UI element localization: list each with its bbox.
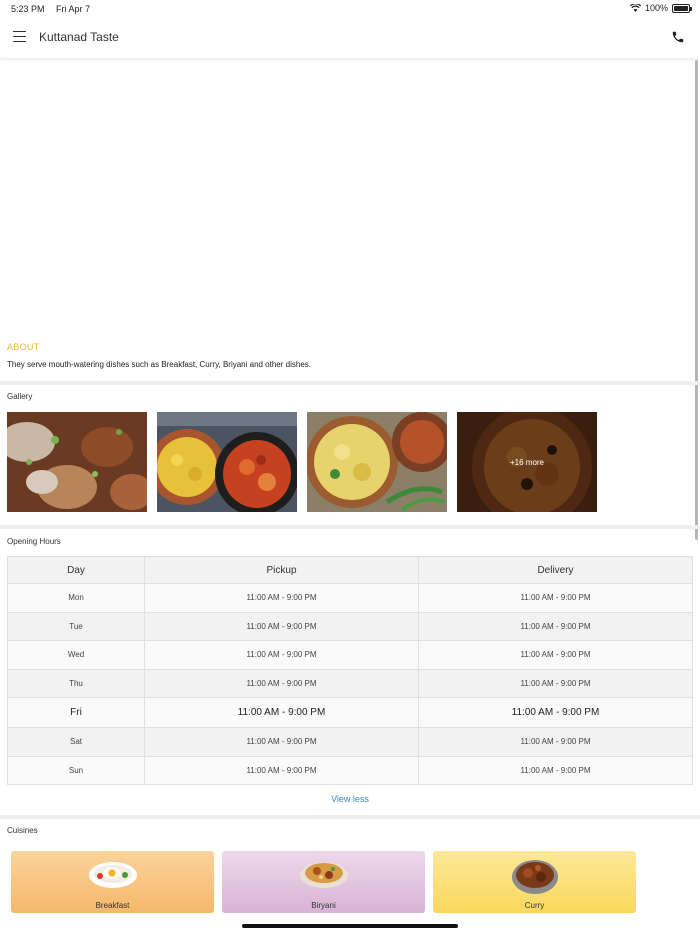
gallery-image-1[interactable]	[7, 412, 147, 512]
home-indicator[interactable]	[242, 924, 458, 928]
status-time: 5:23 PM	[11, 4, 45, 14]
cuisine-card-biryani[interactable]: Biryani	[222, 851, 425, 913]
day-cell: Mon	[7, 583, 145, 613]
opening-hours-table: Day Pickup Delivery Mon 11:00 AM - 9:00 …	[7, 556, 693, 785]
column-header-day: Day	[7, 556, 145, 584]
pickup-cell: 11:00 AM - 9:00 PM	[144, 755, 419, 785]
cuisines-heading: Cuisines	[7, 826, 38, 835]
gallery-heading: Gallery	[7, 392, 33, 401]
pickup-cell: 11:00 AM - 9:00 PM	[144, 668, 419, 698]
cuisine-card-breakfast[interactable]: Breakfast	[11, 851, 214, 913]
biryani-dish-image	[299, 862, 348, 888]
breakfast-dish-image	[88, 862, 137, 888]
gallery-image-2[interactable]	[157, 412, 297, 512]
battery-percent: 100%	[644, 3, 668, 13]
app-header: Kuttanad Taste	[0, 18, 700, 58]
day-cell: Tue	[7, 611, 145, 641]
status-right: 100%	[629, 3, 692, 13]
view-less-link[interactable]: View less	[0, 794, 700, 804]
cuisine-card-curry[interactable]: Curry	[433, 851, 636, 913]
scrollbar[interactable]	[695, 60, 698, 540]
pickup-cell: 11:00 AM - 9:00 PM	[144, 611, 419, 641]
column-header-delivery: Delivery	[418, 556, 693, 584]
day-cell: Wed	[7, 640, 145, 670]
phone-icon[interactable]	[671, 30, 685, 44]
table-row: Tue 11:00 AM - 9:00 PM 11:00 AM - 9:00 P…	[7, 611, 693, 641]
table-row: Thu 11:00 AM - 9:00 PM 11:00 AM - 9:00 P…	[7, 668, 693, 698]
gallery-image-more[interactable]: +16 more	[457, 412, 597, 512]
gallery-strip: +16 more	[7, 412, 597, 512]
battery-level	[674, 5, 688, 11]
pickup-cell: 11:00 AM - 9:00 PM	[144, 640, 419, 670]
section-divider	[0, 381, 700, 385]
table-row: Wed 11:00 AM - 9:00 PM 11:00 AM - 9:00 P…	[7, 640, 693, 670]
table-row: Mon 11:00 AM - 9:00 PM 11:00 AM - 9:00 P…	[7, 583, 693, 613]
day-cell: Fri	[7, 697, 145, 728]
table-row-today: Fri 11:00 AM - 9:00 PM 11:00 AM - 9:00 P…	[7, 697, 693, 728]
cuisine-name: Curry	[524, 901, 545, 910]
day-cell: Sat	[7, 727, 145, 757]
table-header-row: Day Pickup Delivery	[7, 556, 693, 584]
column-header-pickup: Pickup	[144, 556, 419, 584]
delivery-cell: 11:00 AM - 9:00 PM	[418, 640, 693, 670]
delivery-cell: 11:00 AM - 9:00 PM	[418, 697, 693, 728]
cuisine-name: Breakfast	[95, 901, 130, 910]
table-row: Sat 11:00 AM - 9:00 PM 11:00 AM - 9:00 P…	[7, 727, 693, 757]
battery-icon	[672, 3, 692, 13]
status-bar: 5:23 PM Fri Apr 7 100%	[0, 0, 700, 18]
cuisine-name: Biryani	[311, 901, 336, 910]
cuisine-list: Breakfast Biryani Curry	[11, 851, 636, 913]
pickup-cell: 11:00 AM - 9:00 PM	[144, 727, 419, 757]
table-row: Sun 11:00 AM - 9:00 PM 11:00 AM - 9:00 P…	[7, 755, 693, 785]
about-description: They serve mouth-watering dishes such as…	[7, 360, 311, 369]
delivery-cell: 11:00 AM - 9:00 PM	[418, 727, 693, 757]
page-title: Kuttanad Taste	[39, 30, 119, 44]
delivery-cell: 11:00 AM - 9:00 PM	[418, 668, 693, 698]
curry-dish-image	[511, 860, 558, 894]
status-date: Fri Apr 7	[56, 4, 91, 14]
delivery-cell: 11:00 AM - 9:00 PM	[418, 611, 693, 641]
day-cell: Sun	[7, 755, 145, 785]
opening-hours-heading: Opening Hours	[7, 537, 61, 546]
section-divider	[0, 525, 700, 529]
pickup-cell: 11:00 AM - 9:00 PM	[144, 697, 419, 728]
gallery-more-count[interactable]: +16 more	[457, 412, 597, 512]
pickup-cell: 11:00 AM - 9:00 PM	[144, 583, 419, 613]
status-left: 5:23 PM Fri Apr 7	[11, 4, 99, 14]
section-divider	[0, 815, 700, 819]
wifi-icon	[629, 4, 641, 12]
hamburger-menu-icon[interactable]	[13, 31, 26, 42]
about-heading: ABOUT	[7, 342, 40, 352]
delivery-cell: 11:00 AM - 9:00 PM	[418, 755, 693, 785]
day-cell: Thu	[7, 668, 145, 698]
gallery-image-3[interactable]	[307, 412, 447, 512]
delivery-cell: 11:00 AM - 9:00 PM	[418, 583, 693, 613]
